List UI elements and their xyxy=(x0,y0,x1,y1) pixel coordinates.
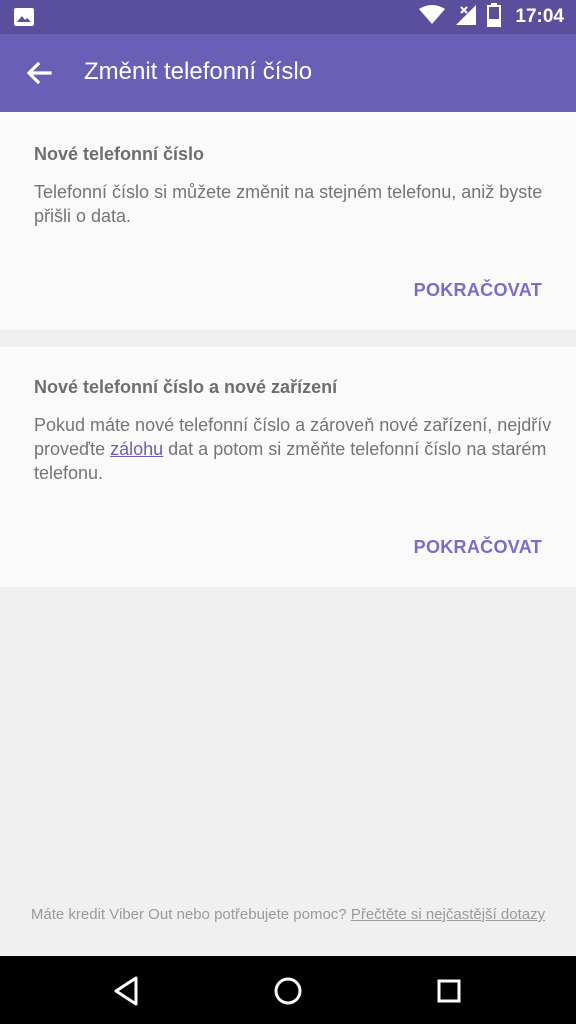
signal-icon xyxy=(455,4,477,31)
nav-recents-icon[interactable] xyxy=(432,974,466,1008)
footer-text: Máte kredit Viber Out nebo potřebujete p… xyxy=(30,906,351,923)
app-bar: Změnit telefonní číslo xyxy=(0,34,576,112)
help-footer: Máte kredit Viber Out nebo potřebujete p… xyxy=(0,906,576,923)
same-phone-card: Nové telefonní číslo Telefonní číslo si … xyxy=(0,112,576,330)
arrow-back-icon[interactable] xyxy=(22,56,56,90)
continue-button[interactable]: POKRAČOVAT xyxy=(414,537,542,558)
card-body: Telefonní číslo si můžete změnit na stej… xyxy=(34,182,543,226)
status-bar: 17:04 xyxy=(0,0,576,34)
wifi-icon xyxy=(419,4,446,30)
continue-button[interactable]: POKRAČOVAT xyxy=(414,280,542,301)
faq-link[interactable]: Přečtěte si nejčastější dotazy xyxy=(351,906,545,923)
card-body: Pokud máte nové telefonní číslo a zárove… xyxy=(34,413,554,485)
status-time: 17:04 xyxy=(515,6,564,27)
status-icons: 17:04 xyxy=(419,0,564,34)
new-device-card: Nové telefonní číslo a nové zařízení Pok… xyxy=(0,347,576,587)
nav-back-icon[interactable] xyxy=(110,974,144,1008)
page-title: Změnit telefonní číslo xyxy=(84,58,313,85)
battery-icon xyxy=(487,2,502,32)
image-icon xyxy=(14,8,34,31)
nav-home-icon[interactable] xyxy=(271,974,305,1008)
card-heading: Nové telefonní číslo xyxy=(34,144,205,164)
navigation-bar xyxy=(0,956,576,1024)
card-heading: Nové telefonní číslo a nové zařízení xyxy=(34,377,338,397)
backup-link[interactable]: zálohu xyxy=(110,439,163,459)
